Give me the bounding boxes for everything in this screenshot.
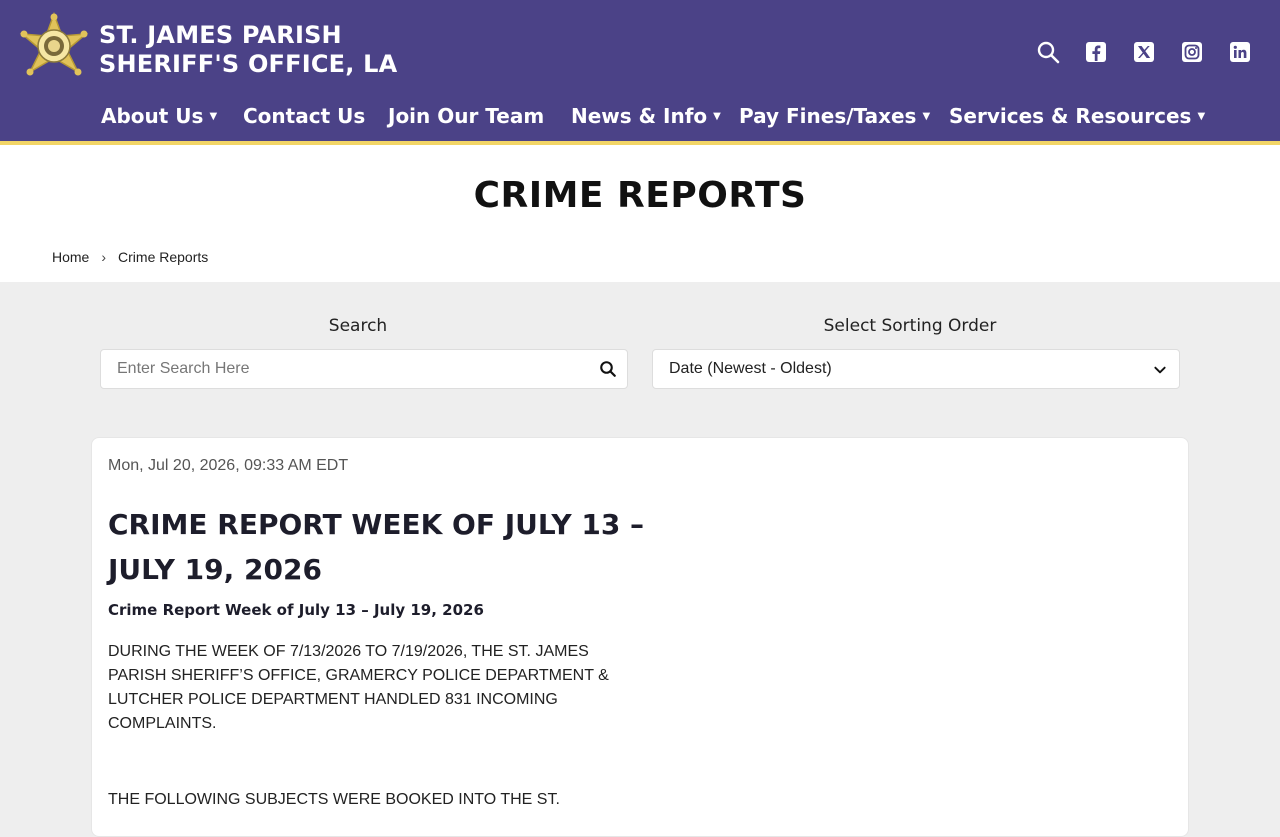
breadcrumb-current: Crime Reports [118, 249, 209, 265]
search-field [100, 349, 628, 389]
caret-down-icon: ▼ [1197, 110, 1206, 122]
sheriff-star-badge-logo[interactable] [18, 12, 90, 90]
caret-down-icon: ▼ [713, 110, 721, 122]
nav-item-label: About Us [101, 104, 204, 128]
site-name[interactable]: ST. JAMES PARISH SHERIFF'S OFFICE, LA [99, 21, 397, 79]
search-icon[interactable] [1036, 40, 1060, 64]
nav-item-contact-us[interactable]: Contact Us [243, 104, 365, 128]
site-header: ST. JAMES PARISH SHERIFF'S OFFICE, LA Ab… [0, 0, 1280, 141]
sort-order-select[interactable]: Date (Newest - Oldest) [652, 349, 1180, 389]
report-date: Mon, Jul 20, 2026, 09:33 AM EDT [108, 457, 349, 474]
nav-item-news-info[interactable]: News & Info ▼ [571, 104, 721, 128]
breadcrumb-home-link[interactable]: Home [52, 249, 89, 265]
nav-item-label: Contact Us [243, 104, 366, 128]
report-title[interactable]: CRIME REPORT WEEK OF JULY 13 – JULY 19, … [108, 502, 648, 592]
nav-item-about-us[interactable]: About Us ▼ [101, 104, 217, 128]
nav-item-pay-fines-taxes[interactable]: Pay Fines/Taxes ▼ [739, 104, 930, 128]
caret-down-icon: ▼ [209, 110, 218, 122]
report-card: Mon, Jul 20, 2026, 09:33 AM EDT CRIME RE… [91, 437, 1189, 837]
breadcrumb-separator-icon: › [101, 249, 107, 265]
nav-item-services-resources[interactable]: Services & Resources ▼ [949, 104, 1205, 128]
breadcrumb: Home › Crime Reports [52, 249, 208, 265]
nav-item-label: Services & Resources [949, 104, 1192, 128]
linkedin-icon[interactable] [1228, 40, 1252, 64]
caret-down-icon: ▼ [922, 110, 931, 122]
x-twitter-icon[interactable] [1132, 40, 1156, 64]
chevron-down-icon [1154, 366, 1166, 374]
search-icon[interactable] [599, 360, 617, 378]
site-name-line-1: ST. JAMES PARISH [99, 21, 342, 49]
report-body: DURING THE WEEK OF 7/13/2026 TO 7/19/202… [108, 643, 609, 732]
site-name-line-2: SHERIFF'S OFFICE, LA [99, 50, 398, 78]
report-body-continued: THE FOLLOWING SUBJECTS WERE BOOKED INTO … [108, 791, 560, 808]
search-input[interactable] [101, 350, 627, 388]
page-title: CRIME REPORTS [473, 175, 807, 216]
nav-item-join-our-team[interactable]: Join Our Team [388, 104, 544, 128]
page-title-band: CRIME REPORTS Home › Crime Reports [0, 145, 1280, 282]
search-label: Search [328, 316, 388, 336]
report-subtitle: Crime Report Week of July 13 – July 19, … [108, 601, 484, 619]
nav-item-label: Pay Fines/Taxes [739, 104, 917, 128]
nav-item-label: News & Info [571, 104, 708, 128]
facebook-icon[interactable] [1084, 40, 1108, 64]
sort-order-value: Date (Newest - Oldest) [669, 360, 832, 377]
nav-item-label: Join Our Team [388, 104, 545, 128]
sort-label: Select Sorting Order [823, 316, 997, 336]
report-filters: Search Select Sorting Order Date (Newest… [0, 282, 1280, 412]
instagram-icon[interactable] [1180, 40, 1204, 64]
main-nav: About Us ▼ Contact Us Join Our Team News … [0, 104, 1280, 136]
